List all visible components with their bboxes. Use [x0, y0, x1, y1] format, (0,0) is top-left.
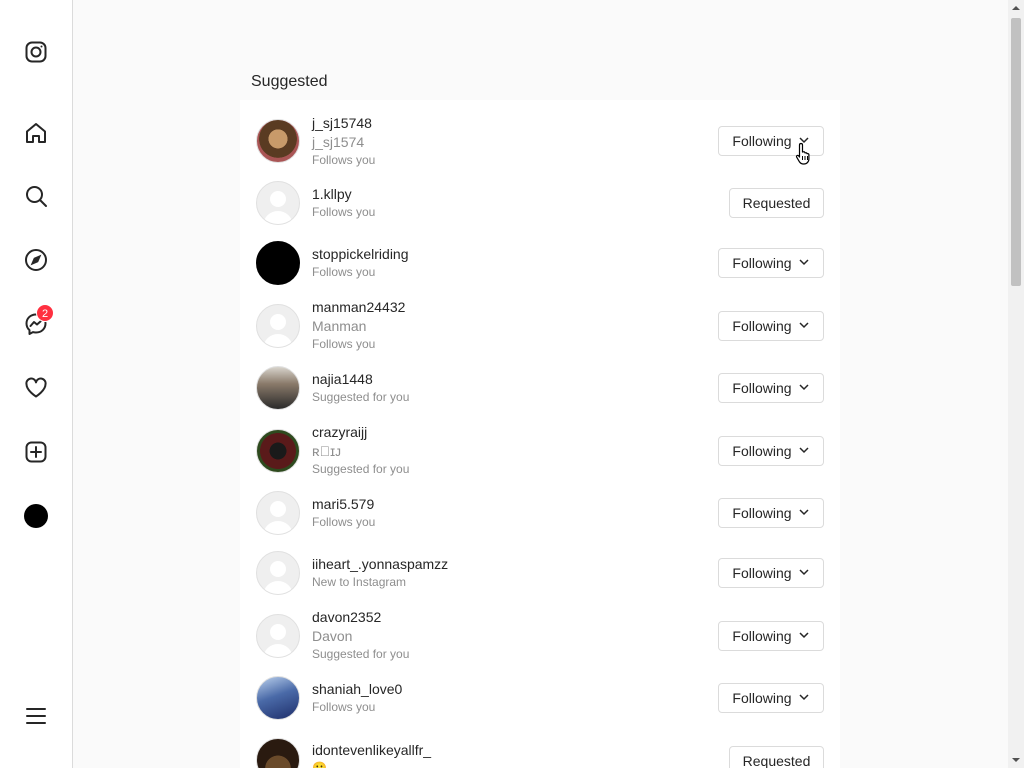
explore-compass-icon[interactable] [24, 248, 48, 272]
instagram-logo-icon[interactable] [24, 40, 48, 64]
button-label: Following [732, 443, 792, 459]
following-button[interactable]: Following [718, 373, 824, 403]
username[interactable]: j_sj15748 [312, 114, 375, 133]
search-icon[interactable] [24, 184, 48, 208]
chevron-down-icon [798, 628, 810, 644]
button-label: Following [732, 133, 792, 149]
suggested-list: j_sj15748 j_sj1574 Follows you Following… [240, 100, 840, 768]
subtitle: Follows you [312, 337, 376, 351]
button-label: Requested [742, 195, 811, 211]
list-item[interactable]: idontevenlikeyallfr_ 🥲.. Requested [240, 738, 840, 768]
main-content: Suggested j_sj15748 j_sj1574 Follows you… [73, 0, 1008, 768]
chevron-down-icon [798, 380, 810, 396]
subtitle: Suggested for you [312, 647, 410, 661]
avatar[interactable] [256, 551, 300, 595]
scrollbar-thumb[interactable] [1011, 18, 1021, 286]
profile-avatar[interactable] [24, 504, 48, 528]
chevron-down-icon [798, 255, 810, 271]
chevron-down-icon [798, 565, 810, 581]
following-button[interactable]: Following [718, 683, 824, 713]
following-button[interactable]: Following [718, 621, 824, 651]
username[interactable]: idontevenlikeyallfr_ [312, 741, 431, 760]
subtitle: Follows you [312, 153, 376, 167]
subtitle: 🥲.. [312, 761, 334, 768]
chevron-down-icon [798, 690, 810, 706]
subtitle: Follows you [312, 515, 376, 529]
list-item[interactable]: j_sj15748 j_sj1574 Follows you Following [240, 114, 840, 167]
list-item[interactable]: iiheart_.yonnaspamzz New to Instagram Fo… [240, 551, 840, 595]
avatar[interactable] [256, 366, 300, 410]
scroll-down-arrow-icon[interactable] [1008, 752, 1024, 768]
button-label: Following [732, 505, 792, 521]
avatar[interactable] [256, 181, 300, 225]
home-icon[interactable] [24, 121, 48, 145]
button-label: Following [732, 690, 792, 706]
following-button[interactable]: Following [718, 498, 824, 528]
username[interactable]: shaniah_love0 [312, 680, 402, 699]
following-button[interactable]: Following [718, 436, 824, 466]
chevron-down-icon [798, 443, 810, 459]
message-badge: 2 [36, 304, 54, 322]
subtitle: Follows you [312, 700, 376, 714]
username[interactable]: crazyraijj [312, 423, 409, 442]
avatar[interactable] [256, 119, 300, 163]
list-item[interactable]: stoppickelriding Follows you Following [240, 241, 840, 285]
following-button[interactable]: Following [718, 558, 824, 588]
button-label: Following [732, 628, 792, 644]
username[interactable]: najia1448 [312, 370, 409, 389]
avatar[interactable] [256, 614, 300, 658]
subtitle: Suggested for you [312, 390, 410, 404]
avatar[interactable] [256, 738, 300, 768]
list-item[interactable]: crazyraijj ʀ⃞ɪᴊ Suggested for you Follow… [240, 424, 840, 479]
messenger-icon[interactable]: 2 [24, 304, 54, 336]
following-button[interactable]: Following [718, 248, 824, 278]
profile-dot [24, 504, 48, 528]
subtitle: Follows you [312, 265, 376, 279]
page-scrollbar[interactable] [1008, 0, 1024, 768]
requested-button[interactable]: Requested [729, 746, 824, 768]
list-item[interactable]: najia1448 Suggested for you Following [240, 366, 840, 410]
list-item[interactable]: manman24432 Manman Follows you Following [240, 299, 840, 354]
subtitle: New to Instagram [312, 575, 407, 589]
left-nav: 2 [0, 0, 73, 768]
username[interactable]: iiheart_.yonnaspamzz [312, 555, 448, 574]
username[interactable]: stoppickelriding [312, 245, 409, 264]
username[interactable]: mari5.579 [312, 495, 375, 514]
hand-pointer-cursor-icon [795, 142, 813, 171]
full-name: ʀ⃞ɪᴊ [312, 443, 341, 459]
more-menu-icon[interactable] [24, 704, 48, 728]
following-button[interactable]: Following [718, 311, 824, 341]
requested-button[interactable]: Requested [729, 188, 824, 218]
list-item[interactable]: shaniah_love0 Follows you Following [240, 676, 840, 720]
username[interactable]: manman24432 [312, 298, 405, 317]
list-item[interactable]: davon2352 Davon Suggested for you Follow… [240, 609, 840, 664]
list-item[interactable]: mari5.579 Follows you Following [240, 491, 840, 535]
button-label: Requested [742, 753, 811, 768]
username[interactable]: 1.kllpy [312, 185, 375, 204]
button-label: Following [732, 380, 792, 396]
list-item[interactable]: 1.kllpy Follows you Requested [240, 181, 840, 225]
avatar[interactable] [256, 491, 300, 535]
avatar[interactable] [256, 676, 300, 720]
heart-icon[interactable] [24, 376, 48, 400]
scroll-up-arrow-icon[interactable] [1008, 0, 1024, 16]
avatar[interactable] [256, 429, 300, 473]
button-label: Following [732, 318, 792, 334]
full-name: j_sj1574 [312, 134, 365, 150]
subtitle: Follows you [312, 205, 376, 219]
chevron-down-icon [798, 505, 810, 521]
create-plus-icon[interactable] [24, 440, 48, 464]
chevron-down-icon [798, 318, 810, 334]
subtitle: Suggested for you [312, 462, 410, 476]
section-title: Suggested [251, 73, 328, 90]
button-label: Following [732, 255, 792, 271]
username[interactable]: davon2352 [312, 608, 409, 627]
full-name: Davon [312, 628, 353, 644]
avatar[interactable] [256, 241, 300, 285]
avatar[interactable] [256, 304, 300, 348]
full-name: Manman [312, 318, 367, 334]
button-label: Following [732, 565, 792, 581]
